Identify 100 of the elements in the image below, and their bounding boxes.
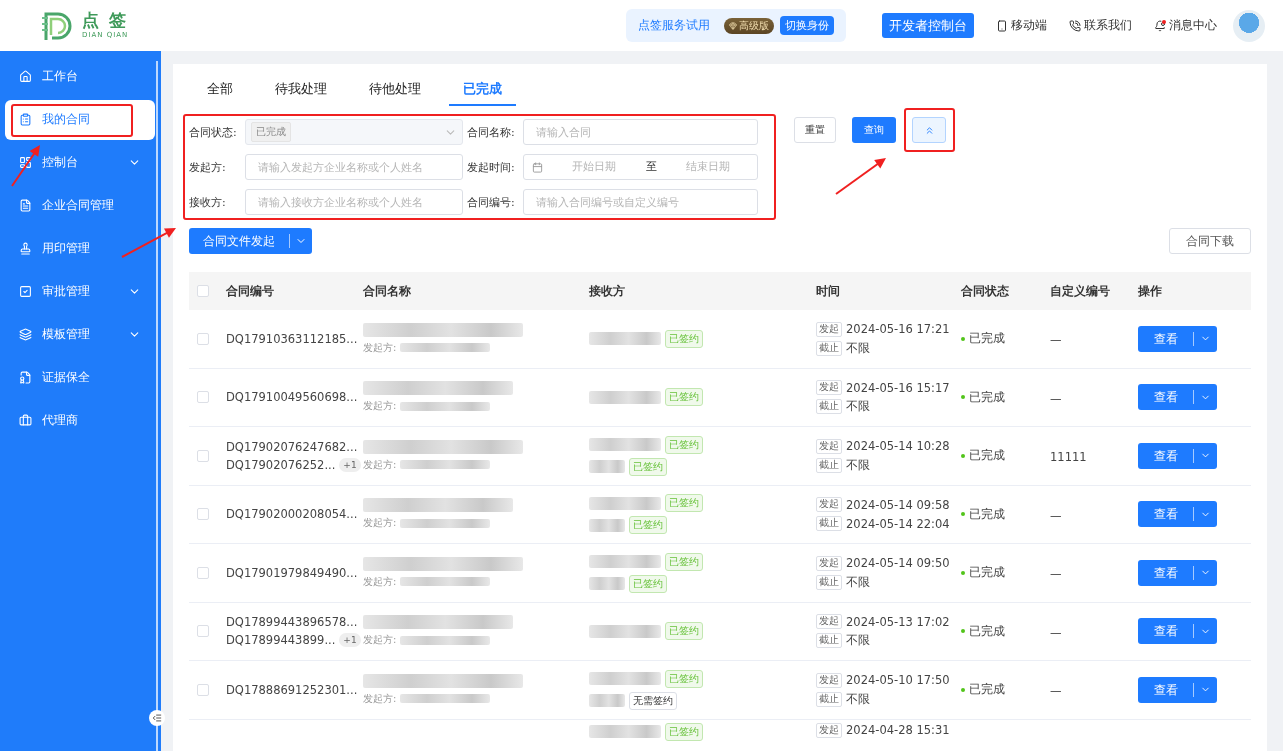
header-link[interactable]: 联系我们	[1069, 17, 1132, 34]
sign-status-tag: 已签约	[665, 494, 703, 513]
sign-status-tag: 已签约	[665, 722, 703, 741]
checkbox[interactable]	[197, 683, 209, 696]
table-cell: —	[1050, 625, 1062, 640]
view-button[interactable]: 查看	[1138, 384, 1217, 411]
avatar[interactable]	[1233, 9, 1265, 42]
tab[interactable]: 已完成	[449, 78, 516, 106]
table-cell: —	[1050, 508, 1062, 523]
table-cell: —	[1050, 567, 1062, 582]
checkbox[interactable]	[197, 625, 209, 638]
table-cell: —	[1050, 684, 1062, 699]
annotation-arrow	[121, 228, 176, 258]
tab[interactable]: 待他处理	[355, 78, 435, 106]
field-label: 接收方:	[188, 194, 227, 210]
status-dot	[961, 629, 965, 634]
checkbox[interactable]	[197, 332, 209, 345]
status-text: 已完成	[969, 506, 1005, 522]
table-cell: DQ17901979849490...	[226, 565, 358, 580]
create-contract-button[interactable]: 合同文件发起	[189, 228, 312, 254]
blurred-text	[589, 332, 661, 346]
view-button[interactable]: 查看	[1138, 676, 1217, 703]
sidebar-item[interactable]: 证据保全	[5, 357, 155, 398]
table-cell: 2024-05-14 09:58	[846, 497, 950, 512]
sidebar-icon	[19, 199, 32, 212]
blurred-text	[589, 496, 661, 510]
date-range-field[interactable]: 开始日期 至 结束日期	[523, 154, 758, 180]
time-tag: 发起	[816, 722, 842, 738]
input-field[interactable]: 请输入合同	[523, 119, 758, 145]
header-link[interactable]: 消息中心	[1154, 17, 1217, 34]
sidebar-item[interactable]: 用印管理	[5, 228, 155, 269]
input-field[interactable]: 请输入接收方企业名称或个人姓名	[245, 189, 463, 215]
sidebar-item[interactable]: 代理商	[5, 400, 155, 441]
input-field[interactable]: 请输入发起方企业名称或个人姓名	[245, 154, 463, 180]
column-header: 时间	[816, 283, 841, 299]
sign-status-tag: 已签约	[665, 435, 703, 454]
table-cell: 2024-05-13 17:02	[846, 614, 950, 629]
table-cell: 不限	[846, 340, 870, 356]
column-header: 合同编号	[226, 283, 275, 299]
call-icon	[1069, 19, 1081, 32]
table-cell: DQ17902000208054...	[226, 507, 358, 522]
status-text: 已完成	[969, 623, 1005, 639]
status-dot	[961, 687, 965, 692]
checkbox[interactable]	[197, 391, 209, 404]
table-cell: DQ17899443899...	[226, 633, 336, 648]
status-dot	[961, 395, 965, 400]
sign-status-tag: 已签约	[629, 574, 667, 593]
phone-icon	[996, 19, 1008, 32]
sidebar-item[interactable]: 审批管理	[5, 271, 155, 312]
checkbox[interactable]	[197, 508, 209, 521]
checkbox[interactable]	[197, 566, 209, 579]
status-select[interactable]: 已完成	[245, 119, 463, 145]
collapse-button[interactable]	[912, 117, 946, 143]
blurred-text	[589, 555, 661, 569]
sign-status-tag: 已签约	[665, 669, 703, 688]
table-cell: 2024-05-14 22:04	[846, 516, 950, 531]
bell-icon	[1154, 19, 1166, 32]
blurred-text	[589, 694, 625, 708]
table-cell: DQ17888691252301...	[226, 682, 358, 697]
reset-button[interactable]: 重置	[794, 117, 836, 143]
table-cell: 2024-05-16 17:21	[846, 322, 950, 337]
collapse-icon[interactable]	[149, 710, 165, 726]
view-button[interactable]: 查看	[1138, 618, 1217, 645]
download-button[interactable]: 合同下载	[1169, 228, 1251, 254]
tab[interactable]: 全部	[193, 78, 247, 106]
sidebar-item[interactable]: 模板管理	[5, 314, 155, 355]
annotation-arrow	[11, 145, 40, 187]
header-link[interactable]: 移动端	[996, 17, 1047, 34]
view-button[interactable]: 查看	[1138, 501, 1217, 528]
sign-status-tag: 已签约	[629, 516, 667, 535]
field-label: 合同名称:	[466, 124, 516, 140]
developer-console-button[interactable]: 开发者控制台	[882, 13, 974, 38]
input-field[interactable]: 请输入合同编号或自定义编号	[523, 189, 758, 215]
query-button[interactable]: 查询	[852, 117, 896, 143]
sidebar-item[interactable]: 企业合同管理	[5, 185, 155, 226]
checkbox[interactable]	[197, 285, 209, 297]
plan-badge: 高级版	[724, 17, 774, 34]
table-cell: 2024-05-16 15:17	[846, 380, 950, 395]
view-button[interactable]: 查看	[1138, 559, 1217, 586]
checkbox[interactable]	[197, 449, 209, 462]
sidebar-icon	[19, 70, 32, 83]
blurred-text	[589, 460, 625, 474]
field-label: 发起时间:	[466, 159, 516, 175]
sidebar-item[interactable]: 我的合同	[5, 99, 155, 140]
calendar-icon	[532, 161, 543, 173]
tab[interactable]: 待我处理	[261, 78, 341, 106]
table-cell: 不限	[846, 574, 870, 590]
view-button[interactable]: 查看	[1138, 325, 1217, 352]
time-tag: 截止	[816, 633, 842, 649]
switch-identity-button[interactable]: 切换身份	[780, 16, 834, 35]
sidebar-item[interactable]: 控制台	[5, 142, 155, 183]
time-tag: 截止	[816, 399, 842, 415]
status-text: 已完成	[969, 565, 1005, 581]
blurred-text	[589, 438, 661, 452]
sidebar-icon	[19, 156, 32, 169]
view-button[interactable]: 查看	[1138, 442, 1217, 469]
blurred-text	[589, 725, 661, 738]
table-cell: —	[1050, 391, 1062, 406]
table-cell: 不限	[846, 633, 870, 649]
sidebar-item[interactable]: 工作台	[5, 56, 155, 97]
